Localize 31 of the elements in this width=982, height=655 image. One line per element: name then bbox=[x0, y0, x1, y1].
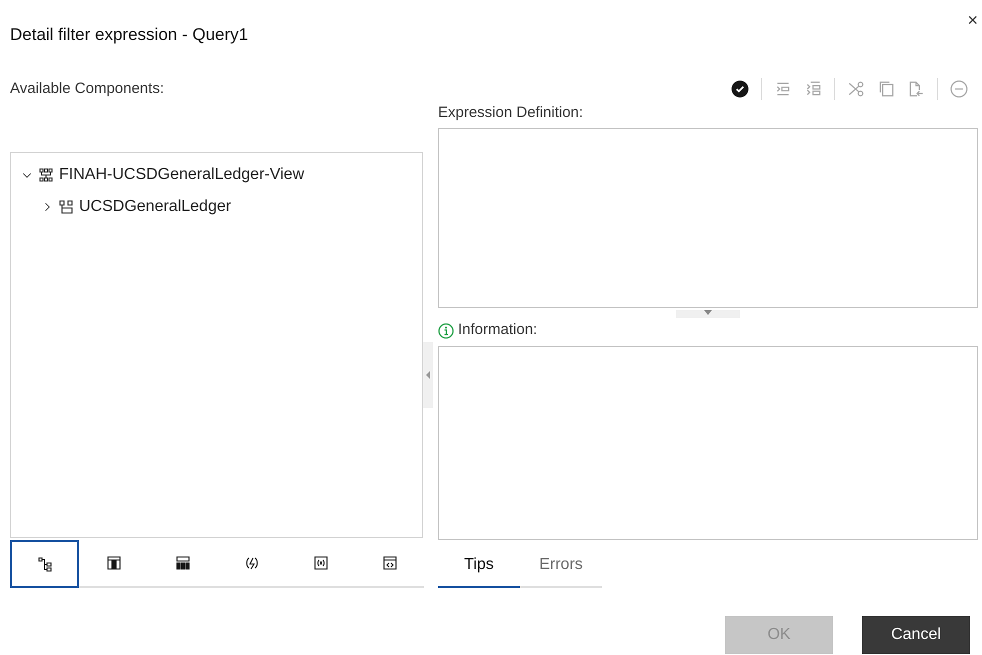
table-icon bbox=[106, 555, 122, 571]
code-window-icon bbox=[382, 555, 398, 571]
information-label: Information: bbox=[458, 320, 538, 340]
function-icon bbox=[244, 555, 260, 571]
tree-item[interactable]: FINAH-UCSDGeneralLedger-View bbox=[21, 159, 304, 191]
info-icon bbox=[438, 322, 454, 338]
info-tab[interactable]: Errors bbox=[520, 540, 602, 588]
copy-icon bbox=[877, 80, 895, 98]
resize-handle[interactable] bbox=[676, 310, 740, 318]
variable-icon bbox=[312, 555, 328, 571]
scissors-icon bbox=[847, 80, 865, 98]
paste-icon bbox=[907, 80, 925, 98]
dialog-title: Detail filter expression - Query1 bbox=[10, 24, 248, 46]
splitter-handle[interactable] bbox=[423, 342, 433, 408]
folder-tree-icon bbox=[58, 199, 74, 215]
tree-item[interactable]: UCSDGeneralLedger bbox=[41, 191, 232, 223]
check-circle-button[interactable] bbox=[731, 80, 749, 98]
outdent-icon bbox=[804, 80, 822, 98]
source-tab[interactable] bbox=[10, 540, 79, 588]
info-tab[interactable]: Tips bbox=[438, 540, 520, 588]
check-circle-icon bbox=[731, 80, 749, 98]
hierarchy-icon bbox=[38, 167, 54, 183]
remove-icon bbox=[950, 80, 968, 98]
close-button[interactable]: × bbox=[967, 10, 978, 30]
indent-icon bbox=[774, 80, 792, 98]
hierarchy-icon bbox=[36, 556, 52, 572]
cancel-button[interactable]: Cancel bbox=[862, 616, 970, 654]
columns-icon bbox=[174, 555, 190, 571]
expression-label: Expression Definition: bbox=[438, 103, 584, 123]
components-label: Available Components: bbox=[10, 78, 164, 99]
expression-field[interactable] bbox=[438, 128, 978, 308]
